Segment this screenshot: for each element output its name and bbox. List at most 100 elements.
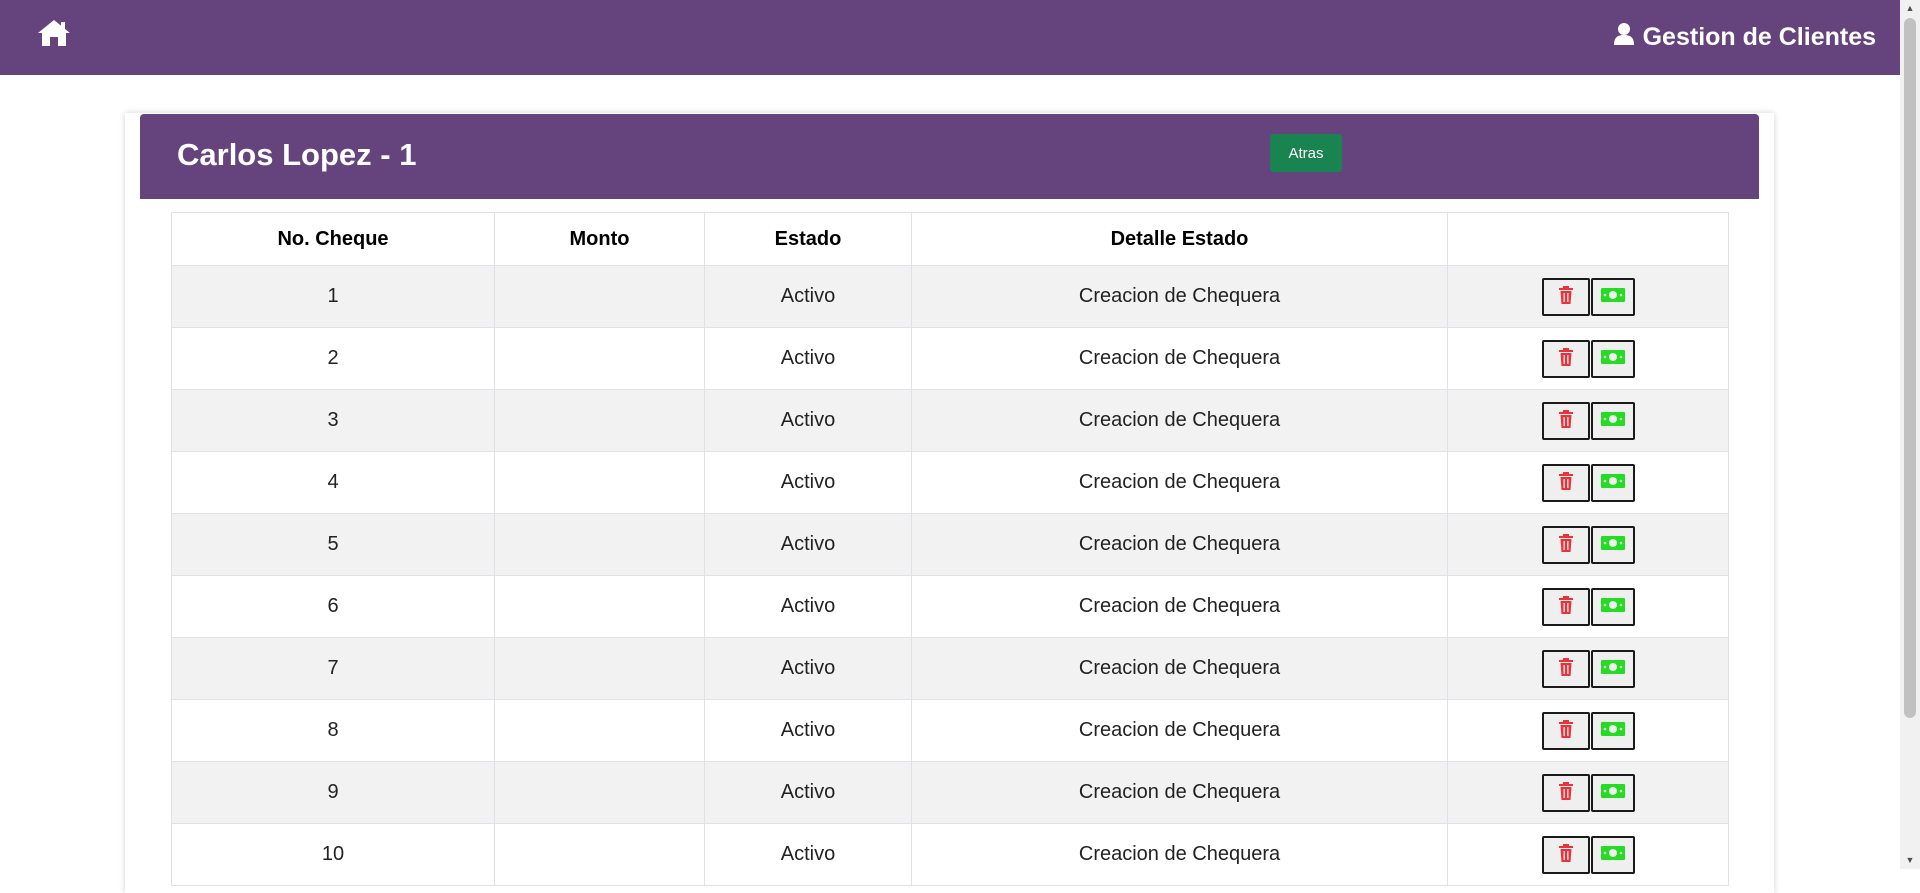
- cell-no-cheque: 10: [171, 823, 495, 886]
- client-title: Carlos Lopez - 1: [177, 137, 417, 172]
- cell-monto: [494, 451, 705, 514]
- row-actions: [1449, 649, 1727, 688]
- cell-monto: [494, 265, 705, 328]
- cell-detalle-estado: Creacion de Chequera: [911, 327, 1448, 390]
- table-header-row: No. Cheque Monto Estado Detalle Estado: [171, 212, 1729, 266]
- delete-button[interactable]: [1541, 587, 1590, 626]
- delete-button[interactable]: [1541, 649, 1590, 688]
- cheques-table: No. Cheque Monto Estado Detalle Estado 1…: [171, 212, 1729, 886]
- delete-button[interactable]: [1541, 401, 1590, 440]
- cell-estado: Activo: [704, 265, 912, 328]
- pay-button[interactable]: [1590, 339, 1635, 378]
- brand-link[interactable]: Gestion de Clientes: [1613, 18, 1876, 56]
- table-row: 1 Activo Creacion de Chequera: [171, 265, 1729, 328]
- cell-detalle-estado: Creacion de Chequera: [911, 699, 1448, 762]
- cell-actions: [1447, 637, 1729, 700]
- scroll-up-arrow[interactable]: ▲: [1904, 3, 1916, 13]
- brand-label: Gestion de Clientes: [1642, 22, 1876, 51]
- cell-actions: [1447, 823, 1729, 886]
- cell-estado: Activo: [704, 637, 912, 700]
- cell-no-cheque: 1: [171, 265, 495, 328]
- pay-button[interactable]: [1590, 773, 1635, 812]
- money-bill-icon: [1600, 660, 1625, 677]
- cell-no-cheque: 3: [171, 389, 495, 452]
- cell-detalle-estado: Creacion de Chequera: [911, 451, 1448, 514]
- delete-button[interactable]: [1541, 711, 1590, 750]
- money-bill-icon: [1600, 350, 1625, 367]
- pay-button[interactable]: [1590, 463, 1635, 502]
- table-row: 4 Activo Creacion de Chequera: [171, 451, 1729, 514]
- cell-estado: Activo: [704, 451, 912, 514]
- cell-no-cheque: 2: [171, 327, 495, 390]
- header-actions: [1447, 212, 1729, 266]
- pay-button[interactable]: [1590, 587, 1635, 626]
- trash-icon: [1558, 782, 1574, 803]
- trash-icon: [1558, 472, 1574, 493]
- cell-monto: [494, 637, 705, 700]
- cell-monto: [494, 389, 705, 452]
- cell-no-cheque: 7: [171, 637, 495, 700]
- row-actions: [1449, 463, 1727, 502]
- trash-icon: [1558, 720, 1574, 741]
- row-actions: [1449, 773, 1727, 812]
- cell-no-cheque: 8: [171, 699, 495, 762]
- delete-button[interactable]: [1541, 463, 1590, 502]
- row-actions: [1449, 835, 1727, 874]
- trash-icon: [1558, 286, 1574, 307]
- page-scrollbar[interactable]: ▲ ▼: [1900, 0, 1920, 869]
- pay-button[interactable]: [1590, 525, 1635, 564]
- delete-button[interactable]: [1541, 339, 1590, 378]
- trash-icon: [1558, 534, 1574, 555]
- money-bill-icon: [1600, 474, 1625, 491]
- header-detalle-estado: Detalle Estado: [911, 212, 1448, 266]
- home-icon[interactable]: [36, 17, 72, 49]
- cell-estado: Activo: [704, 389, 912, 452]
- row-actions: [1449, 277, 1727, 316]
- cell-detalle-estado: Creacion de Chequera: [911, 637, 1448, 700]
- delete-button[interactable]: [1541, 277, 1590, 316]
- cell-actions: [1447, 451, 1729, 514]
- header-no-cheque: No. Cheque: [171, 212, 495, 266]
- cell-actions: [1447, 761, 1729, 824]
- cell-estado: Activo: [704, 699, 912, 762]
- money-bill-icon: [1600, 412, 1625, 429]
- delete-button[interactable]: [1541, 525, 1590, 564]
- delete-button[interactable]: [1541, 835, 1590, 874]
- header-monto: Monto: [494, 212, 705, 266]
- pay-button[interactable]: [1590, 711, 1635, 750]
- row-actions: [1449, 339, 1727, 378]
- table-row: 3 Activo Creacion de Chequera: [171, 389, 1729, 452]
- pay-button[interactable]: [1590, 401, 1635, 440]
- row-actions: [1449, 587, 1727, 626]
- cell-monto: [494, 513, 705, 576]
- user-icon: [1613, 22, 1635, 53]
- table-row: 5 Activo Creacion de Chequera: [171, 513, 1729, 576]
- cell-no-cheque: 6: [171, 575, 495, 638]
- cell-actions: [1447, 327, 1729, 390]
- table-row: 10 Activo Creacion de Chequera: [171, 823, 1729, 886]
- scroll-thumb[interactable]: [1904, 18, 1916, 718]
- cell-detalle-estado: Creacion de Chequera: [911, 513, 1448, 576]
- pay-button[interactable]: [1590, 649, 1635, 688]
- back-button[interactable]: Atras: [1270, 134, 1342, 172]
- cell-monto: [494, 575, 705, 638]
- cell-no-cheque: 9: [171, 761, 495, 824]
- cell-actions: [1447, 513, 1729, 576]
- money-bill-icon: [1600, 598, 1625, 615]
- table-row: 8 Activo Creacion de Chequera: [171, 699, 1729, 762]
- cell-estado: Activo: [704, 823, 912, 886]
- cell-monto: [494, 699, 705, 762]
- pay-button[interactable]: [1590, 835, 1635, 874]
- cell-estado: Activo: [704, 513, 912, 576]
- trash-icon: [1558, 596, 1574, 617]
- pay-button[interactable]: [1590, 277, 1635, 316]
- trash-icon: [1558, 844, 1574, 865]
- cell-estado: Activo: [704, 575, 912, 638]
- table-row: 9 Activo Creacion de Chequera: [171, 761, 1729, 824]
- cell-actions: [1447, 265, 1729, 328]
- cell-estado: Activo: [704, 761, 912, 824]
- cell-no-cheque: 4: [171, 451, 495, 514]
- delete-button[interactable]: [1541, 773, 1590, 812]
- scroll-down-arrow[interactable]: ▼: [1904, 855, 1916, 865]
- money-bill-icon: [1600, 722, 1625, 739]
